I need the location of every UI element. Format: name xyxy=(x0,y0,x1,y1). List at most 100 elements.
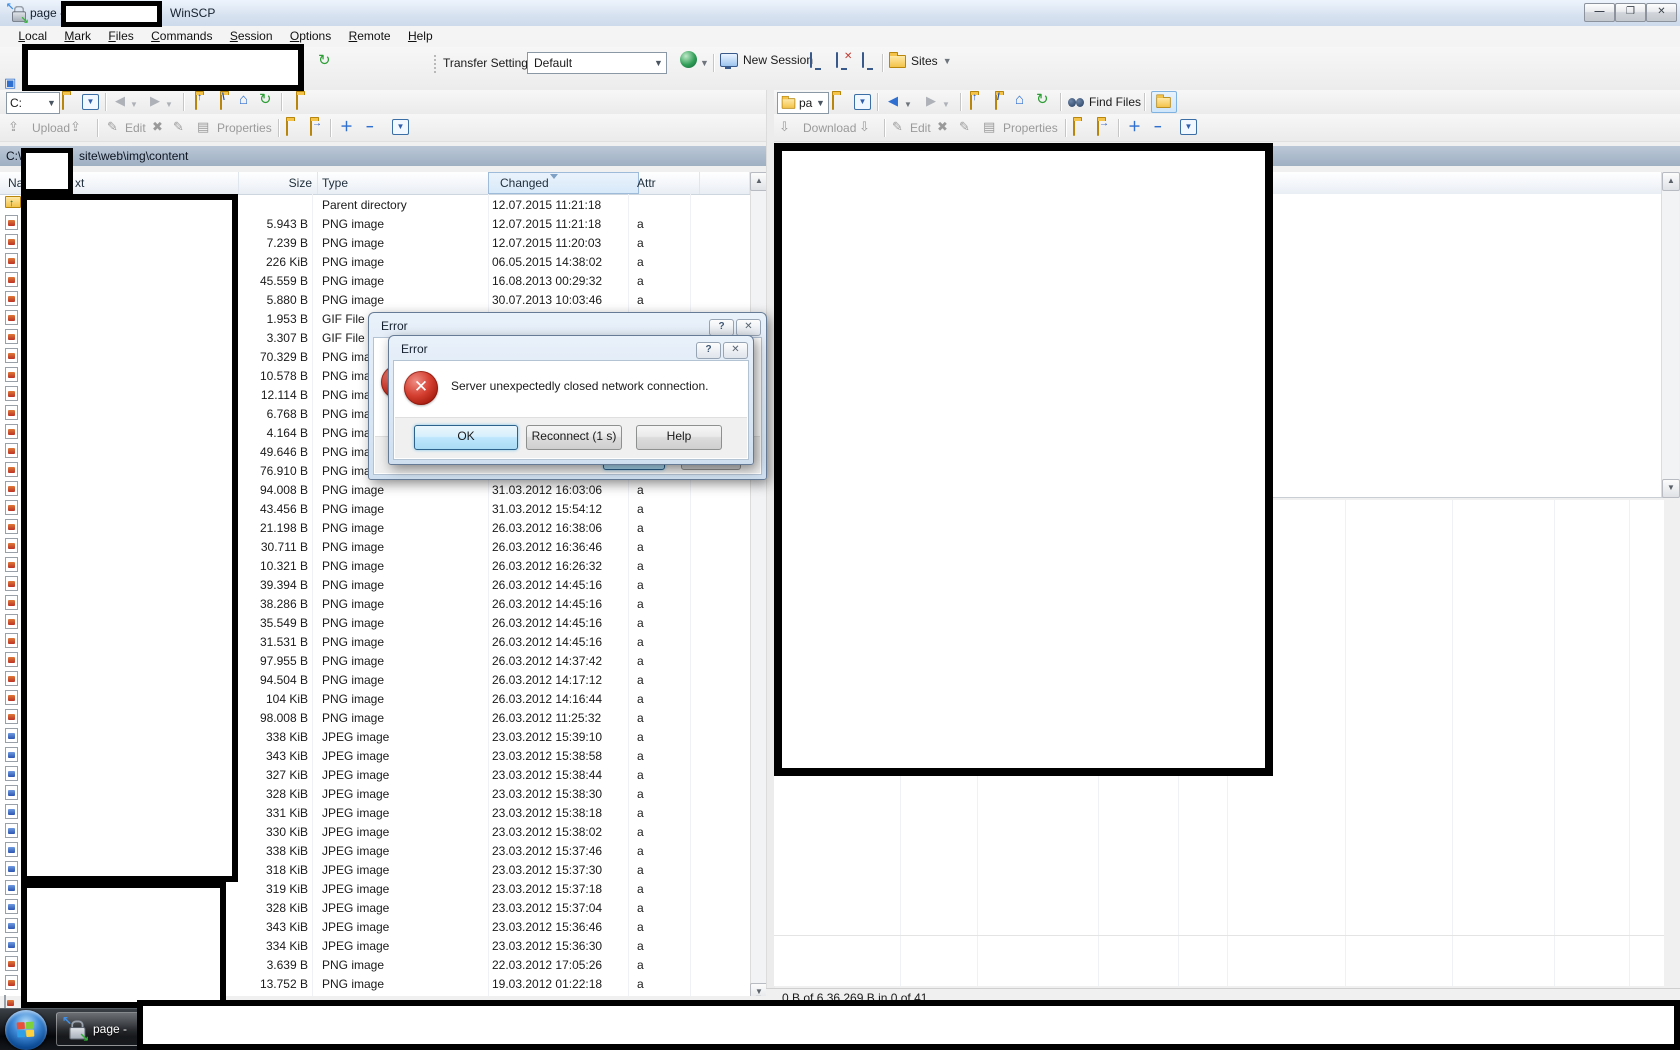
remote-scrollbar[interactable]: ▲ ▼ xyxy=(1661,172,1679,497)
local-address-bar[interactable]: C:\ site\web\img\content xyxy=(0,146,766,166)
remote-directory-select[interactable]: pa ▼ xyxy=(777,92,829,114)
open-directory-icon[interactable] xyxy=(62,94,64,110)
rename-icon[interactable]: ✎ xyxy=(959,119,970,135)
root-directory-icon[interactable]: \ xyxy=(220,94,222,110)
reconnect-button[interactable]: Reconnect (1 s) xyxy=(526,425,622,450)
find-files-button[interactable]: Find Files xyxy=(1068,95,1141,109)
selection-filter-icon[interactable]: ▼ xyxy=(392,119,409,135)
menu-local[interactable]: Local xyxy=(18,29,47,43)
back-history-chevron-icon[interactable]: ▼ xyxy=(904,97,912,113)
window-titlebar: ↖↘ page - WinSCP — ❐ ✕ xyxy=(0,0,1680,27)
edit-pencil-icon[interactable]: ✎ xyxy=(107,119,118,135)
column-header-type[interactable]: Type xyxy=(317,172,494,194)
dialog-titlebar[interactable]: Error ? ✕ xyxy=(393,340,749,358)
edit-label[interactable]: Edit xyxy=(910,121,931,135)
cell-type: JPEG image xyxy=(322,880,389,899)
scroll-down-icon[interactable]: ▼ xyxy=(1662,479,1680,498)
edit-label[interactable]: Edit xyxy=(125,121,146,135)
start-button[interactable] xyxy=(5,1010,47,1050)
cell-changed: 23.03.2012 15:38:18 xyxy=(492,804,602,823)
filter-icon[interactable]: ▼ xyxy=(854,94,871,110)
new-folder-icon[interactable] xyxy=(286,120,288,136)
transfer-options-chevron-icon[interactable]: ▼ xyxy=(700,55,709,71)
local-drive-select[interactable]: C: ▼ xyxy=(6,92,60,114)
toolbar-separator xyxy=(960,93,961,111)
new-folder-icon[interactable] xyxy=(1073,120,1075,136)
sites-button[interactable]: Sites ▼ xyxy=(889,53,952,69)
go-to-folder-icon[interactable]: → xyxy=(310,120,312,136)
forward-history-chevron-icon[interactable]: ▼ xyxy=(165,97,173,113)
synchronize-browsing-toggle[interactable] xyxy=(1151,91,1177,113)
select-plus-icon[interactable]: ＋ xyxy=(340,119,353,135)
transfer-options-globe-icon[interactable] xyxy=(680,51,697,68)
properties-icon[interactable]: ▤ xyxy=(197,119,209,135)
parent-directory-icon[interactable]: ↑ xyxy=(195,94,197,110)
cell-changed: 26.03.2012 14:45:16 xyxy=(492,614,602,633)
upload-options-icon[interactable]: ⇪ xyxy=(70,119,81,135)
forward-history-chevron-icon[interactable]: ▼ xyxy=(942,97,950,113)
root-directory-icon[interactable]: / xyxy=(995,94,997,110)
menu-files[interactable]: Files xyxy=(108,29,133,43)
ok-button[interactable]: OK xyxy=(414,425,518,450)
download-icon[interactable]: ⇩ xyxy=(779,119,790,135)
selection-filter-icon[interactable]: ▼ xyxy=(1180,119,1197,135)
remote-drive-toolbar: pa ▼ ▼ ◀ ▼ ▶ ▼ ↑ / ⌂ ↻ Find Files xyxy=(774,90,1680,115)
home-directory-icon[interactable]: ⌂ xyxy=(1015,92,1024,108)
close-icon[interactable]: ✕ xyxy=(723,342,748,359)
help-button[interactable]: Help xyxy=(636,425,722,450)
filter-icon[interactable]: ▼ xyxy=(82,94,99,110)
upload-icon[interactable]: ⇪ xyxy=(8,119,19,135)
column-header-size[interactable]: Size xyxy=(238,172,318,194)
help-icon[interactable]: ? xyxy=(709,319,734,336)
unselect-minus-icon[interactable]: − xyxy=(1154,119,1162,135)
download-options-icon[interactable]: ⇩ xyxy=(859,119,870,135)
refresh-queue-icon[interactable]: ↻ xyxy=(318,53,331,69)
menu-mark[interactable]: Mark xyxy=(64,29,91,43)
menu-session[interactable]: Session xyxy=(230,29,273,43)
upload-label[interactable]: Upload xyxy=(32,121,70,135)
save-session-icon[interactable] xyxy=(862,52,864,68)
download-label[interactable]: Download xyxy=(803,121,856,135)
transfer-settings-select[interactable]: Default ▼ xyxy=(527,52,667,74)
delete-x-icon[interactable]: ✖ xyxy=(937,119,948,135)
refresh-icon[interactable]: ↻ xyxy=(1036,92,1049,108)
refresh-icon[interactable]: ↻ xyxy=(259,92,272,108)
forward-icon[interactable]: ▶ xyxy=(150,93,160,109)
dialog-titlebar[interactable]: Error ? ✕ xyxy=(373,317,762,335)
properties-label[interactable]: Properties xyxy=(217,121,272,135)
new-session-button[interactable]: New Session xyxy=(720,53,813,67)
duplicate-session-icon[interactable] xyxy=(810,52,812,68)
parent-directory-icon[interactable]: ↑ xyxy=(970,94,972,110)
minimize-button[interactable]: — xyxy=(1584,3,1615,22)
column-header-changed[interactable]: Changed xyxy=(488,172,639,194)
menu-remote[interactable]: Remote xyxy=(349,29,391,43)
open-directory-icon[interactable] xyxy=(832,94,834,110)
cell-type: JPEG image xyxy=(322,747,389,766)
close-session-icon[interactable] xyxy=(836,52,838,68)
back-history-chevron-icon[interactable]: ▼ xyxy=(130,97,138,113)
unselect-minus-icon[interactable]: − xyxy=(366,119,374,135)
go-to-folder-icon[interactable]: → xyxy=(1097,120,1099,136)
delete-x-icon[interactable]: ✖ xyxy=(152,119,163,135)
close-button[interactable]: ✕ xyxy=(1646,3,1677,22)
back-icon[interactable]: ◀ xyxy=(115,93,125,109)
menu-options[interactable]: Options xyxy=(290,29,331,43)
select-plus-icon[interactable]: ＋ xyxy=(1128,119,1141,135)
home-directory-icon[interactable]: ⌂ xyxy=(239,92,248,108)
edit-pencil-icon[interactable]: ✎ xyxy=(892,119,903,135)
session-tab-icon[interactable]: ▣ xyxy=(4,75,16,91)
properties-label[interactable]: Properties xyxy=(1003,121,1058,135)
forward-icon[interactable]: ▶ xyxy=(926,93,936,109)
local-scrollbar[interactable]: ▲ ▼ xyxy=(750,172,767,1002)
scroll-up-icon[interactable]: ▲ xyxy=(1662,172,1680,191)
help-icon[interactable]: ? xyxy=(696,342,721,359)
cell-changed: 26.03.2012 14:45:16 xyxy=(492,576,602,595)
rename-icon[interactable]: ✎ xyxy=(173,119,184,135)
menu-help[interactable]: Help xyxy=(408,29,433,43)
properties-icon[interactable]: ▤ xyxy=(983,119,995,135)
close-icon[interactable]: ✕ xyxy=(736,319,761,336)
menu-commands[interactable]: Commands xyxy=(151,29,212,43)
back-icon[interactable]: ◀ xyxy=(888,93,898,109)
directory-tree-icon[interactable] xyxy=(296,94,298,110)
restore-button[interactable]: ❐ xyxy=(1615,3,1646,22)
